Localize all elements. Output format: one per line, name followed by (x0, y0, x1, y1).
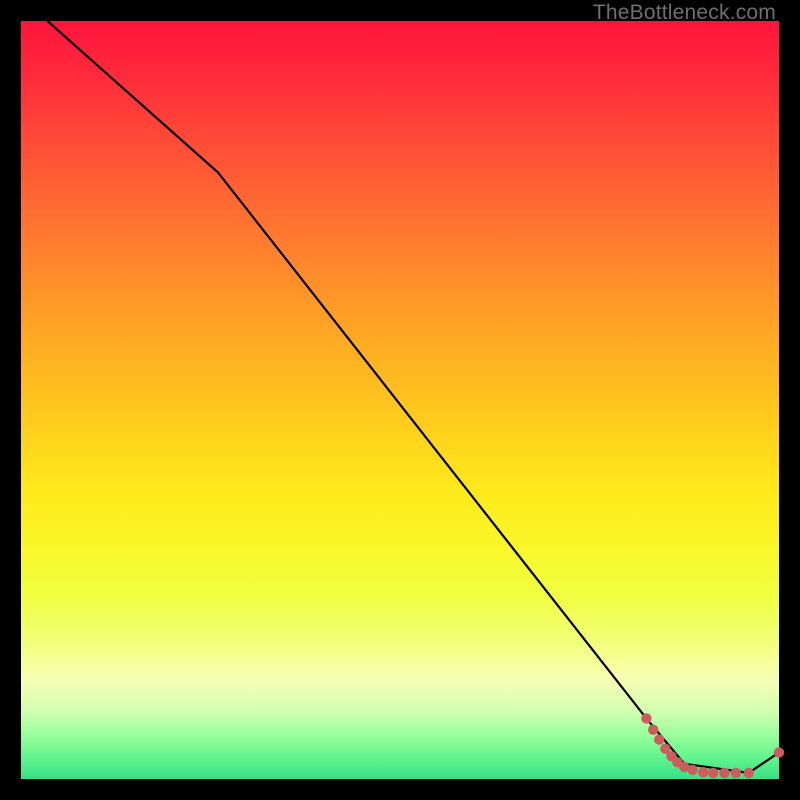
data-point (687, 765, 697, 775)
chart-markers (641, 713, 784, 778)
data-point (698, 767, 708, 777)
data-point (654, 734, 664, 744)
data-point (641, 713, 651, 723)
data-point (708, 768, 718, 778)
data-point (731, 768, 741, 778)
chart-curve (48, 21, 780, 773)
data-point (719, 768, 729, 778)
data-point (648, 725, 658, 735)
data-point (774, 747, 784, 757)
chart-svg (21, 21, 779, 779)
data-point (744, 768, 754, 778)
